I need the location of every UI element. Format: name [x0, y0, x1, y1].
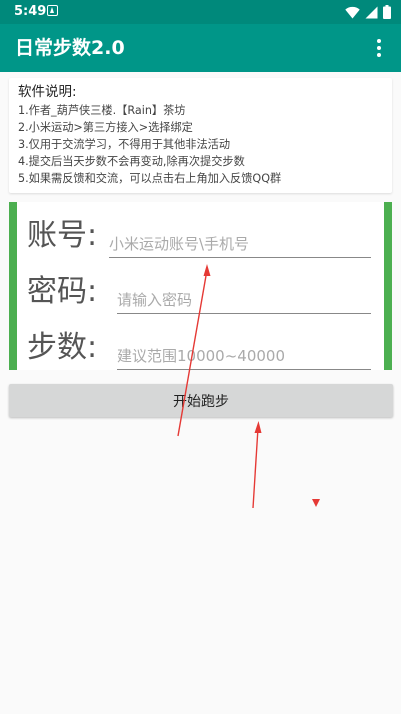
info-line: 4.提交后当天步数不会再变动,除再次提交步数: [18, 155, 245, 168]
account-label: 账号:: [27, 218, 98, 253]
info-title: 软件说明:: [18, 84, 77, 100]
password-label: 密码:: [27, 274, 98, 309]
screen: 5:49 日常步数2.0 软件说明: 1.作者_葫芦侠三楼.【Rain】茶坊 2…: [0, 0, 401, 714]
status-icons: [345, 4, 391, 20]
app-title: 日常步数2.0: [15, 37, 125, 59]
menu-dot: [377, 39, 381, 43]
notification-icon: [47, 5, 58, 16]
info-line: 1.作者_葫芦侠三楼.【Rain】茶坊: [18, 104, 186, 117]
overflow-menu-icon[interactable]: [367, 36, 391, 60]
info-line: 3.仅用于交流学习，不得用于其他非法活动: [18, 138, 231, 151]
menu-dot: [377, 53, 381, 57]
account-input[interactable]: [109, 224, 371, 258]
login-form: 账号: 密码: 步数:: [9, 202, 392, 370]
status-time: 5:49: [14, 4, 47, 19]
battery-icon: [383, 5, 391, 19]
info-line: 2.小米运动>第三方接入>选择绑定: [18, 121, 193, 134]
signal-icon: [365, 6, 378, 18]
annotation-marker: [312, 499, 320, 507]
password-input[interactable]: [117, 280, 371, 314]
menu-dot: [377, 46, 381, 50]
start-run-button[interactable]: 开始跑步: [9, 384, 393, 417]
wifi-icon: [345, 6, 360, 18]
steps-input[interactable]: [117, 336, 371, 370]
info-card: 软件说明: 1.作者_葫芦侠三楼.【Rain】茶坊 2.小米运动>第三方接入>选…: [9, 78, 392, 193]
account-row: 账号:: [17, 210, 384, 262]
app-bar: 日常步数2.0: [0, 24, 401, 72]
steps-row: 步数:: [17, 322, 384, 374]
steps-label: 步数:: [27, 330, 98, 365]
status-bar: 5:49: [0, 0, 401, 24]
password-row: 密码:: [17, 266, 384, 318]
info-line: 5.如果需反馈和交流，可以点击右上角加入反馈QQ群: [18, 172, 282, 185]
annotation-arrow: [252, 421, 262, 509]
